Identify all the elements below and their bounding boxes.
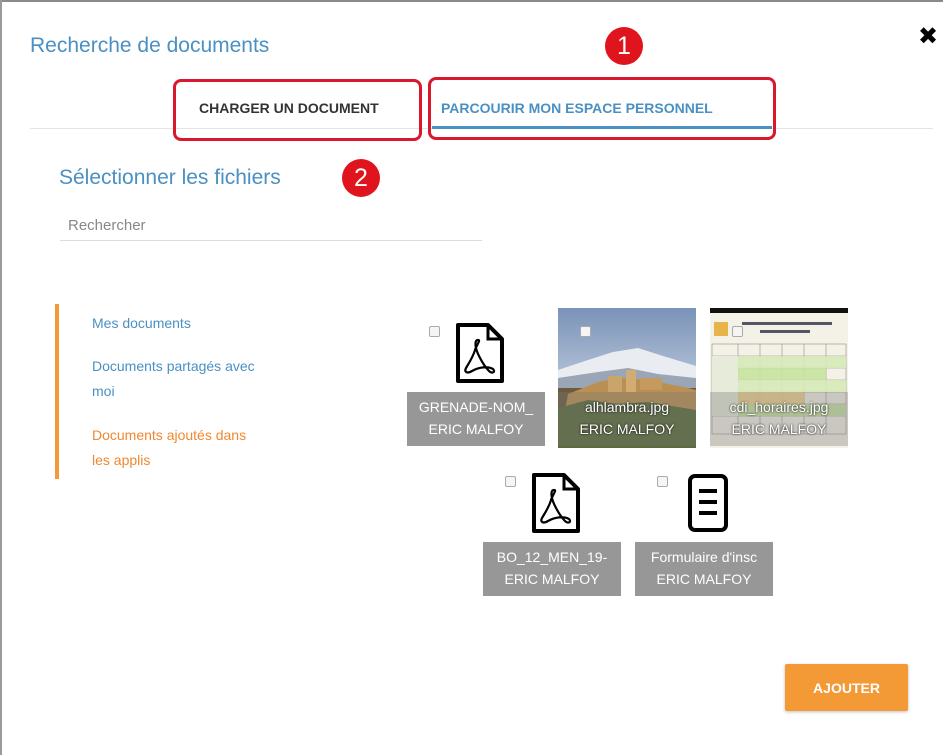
- window-frame-top: [0, 0, 943, 2]
- file-name: Formulaire d'insc: [650, 549, 758, 565]
- file-name: cdi_horaires.jpg: [729, 399, 829, 415]
- pdf-icon: [456, 323, 504, 383]
- file-caption: Formulaire d'insc ERIC MALFOY: [635, 542, 773, 596]
- document-icon: [688, 474, 728, 532]
- file-card[interactable]: Formulaire d'insc ERIC MALFOY: [635, 458, 773, 598]
- file-owner: ERIC MALFOY: [428, 421, 524, 437]
- section-title: Sélectionner les fichiers: [59, 166, 281, 189]
- file-checkbox[interactable]: [505, 476, 516, 487]
- file-name: BO_12_MEN_19-: [496, 549, 608, 565]
- annotation-highlight-browse-tab: [428, 77, 776, 140]
- file-checkbox[interactable]: [657, 476, 668, 487]
- window-frame-left: [0, 0, 2, 755]
- close-button[interactable]: ✖: [918, 22, 938, 51]
- file-checkbox[interactable]: [580, 326, 591, 337]
- pdf-icon: [532, 473, 580, 533]
- sidebar-item-app-documents[interactable]: Documents ajoutés dans les applis: [92, 423, 262, 473]
- file-owner: ERIC MALFOY: [656, 571, 752, 587]
- search-input[interactable]: [60, 212, 490, 238]
- file-owner: ERIC MALFOY: [579, 421, 675, 437]
- search-field-wrapper: [60, 212, 490, 241]
- annotation-badge-2: 2: [342, 159, 380, 197]
- file-caption: GRENADE-NOM_ ERIC MALFOY: [407, 392, 545, 446]
- file-caption: alhlambra.jpg ERIC MALFOY: [558, 392, 696, 446]
- annotation-highlight-upload-tab: [173, 79, 422, 141]
- modal-title: Recherche de documents: [30, 34, 270, 57]
- file-owner: ERIC MALFOY: [731, 421, 827, 437]
- sidebar-item-my-documents[interactable]: Mes documents: [92, 311, 272, 336]
- annotation-badge-1: 1: [605, 27, 643, 65]
- add-button[interactable]: AJOUTER: [785, 664, 908, 711]
- file-name: alhlambra.jpg: [584, 399, 670, 415]
- file-caption: BO_12_MEN_19- ERIC MALFOY: [483, 542, 621, 596]
- sidebar-item-shared-documents[interactable]: Documents partagés avec moi: [92, 354, 262, 404]
- file-owner: ERIC MALFOY: [504, 571, 600, 587]
- file-name: GRENADE-NOM_: [418, 399, 534, 415]
- file-caption: cdi_horaires.jpg ERIC MALFOY: [710, 392, 848, 446]
- sidebar-accent-bar: [55, 304, 59, 479]
- file-card[interactable]: BO_12_MEN_19- ERIC MALFOY: [483, 458, 621, 598]
- file-checkbox[interactable]: [429, 326, 440, 337]
- file-checkbox[interactable]: [732, 326, 743, 337]
- file-card[interactable]: cdi_horaires.jpg ERIC MALFOY: [710, 308, 848, 448]
- file-card[interactable]: alhlambra.jpg ERIC MALFOY: [558, 308, 696, 448]
- file-card[interactable]: GRENADE-NOM_ ERIC MALFOY: [407, 308, 545, 448]
